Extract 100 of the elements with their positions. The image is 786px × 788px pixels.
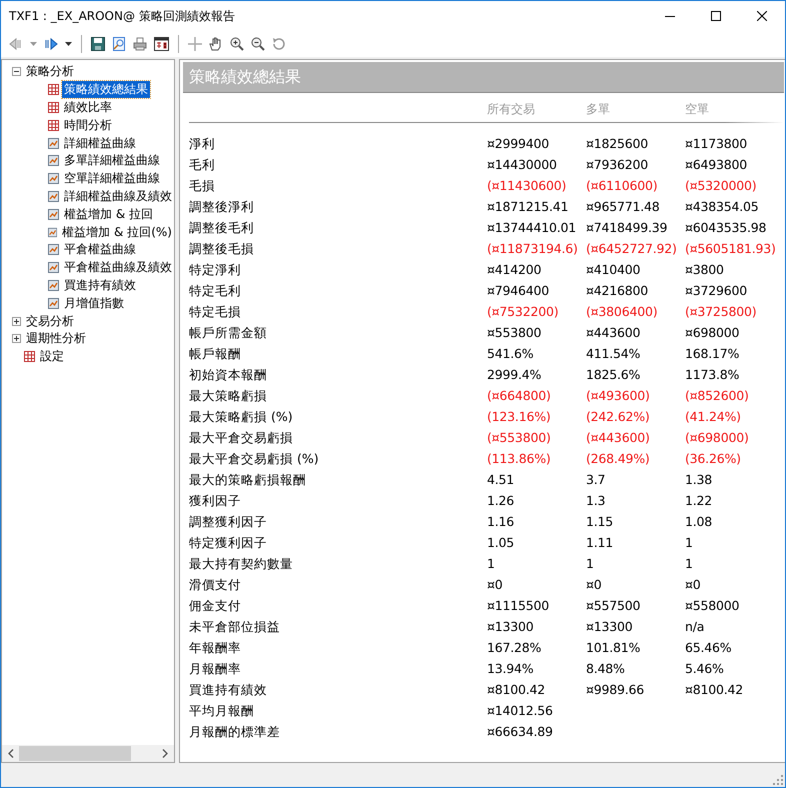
tree-item[interactable]: 交易分析 <box>24 312 76 330</box>
table-cell-text: (¤443600) <box>586 429 651 447</box>
chart-icon <box>48 244 59 256</box>
row-label: 年報酬率 <box>189 639 242 657</box>
tree-item[interactable]: 平倉權益曲線 <box>62 241 138 258</box>
row-label: 調整後毛利 <box>189 219 255 237</box>
tree-item[interactable]: 策略分析 <box>24 63 76 80</box>
table-cell-text: (36.26%) <box>685 450 742 468</box>
tree-item[interactable]: 月增值指數 <box>62 294 126 312</box>
table-cell-text: ¤13300 <box>487 618 535 636</box>
row-label: 毛損 <box>189 177 216 195</box>
table-cell-text: ¤414200 <box>487 261 542 279</box>
zoom-out-icon[interactable] <box>251 37 265 51</box>
table-cell-text: ¤7418499.39 <box>586 219 668 237</box>
tree-item[interactable]: 時間分析 <box>62 116 114 134</box>
row-label: 調整後毛損 <box>189 240 255 258</box>
tree-item[interactable]: 詳細權益曲線 <box>62 134 138 152</box>
table-cell-text: (¤3725800) <box>685 303 758 321</box>
table-cell-text: ¤14430000 <box>487 156 558 174</box>
dropdown-arrow-icon[interactable] <box>65 42 72 46</box>
row-label: 滑價支付 <box>189 576 242 594</box>
table-cell-text: 8.48% <box>586 660 626 678</box>
tree-item[interactable]: 策略績效總結果 <box>62 81 150 98</box>
tree-item[interactable]: 週期性分析 <box>24 330 88 348</box>
tree-item[interactable]: 績效比率 <box>62 98 114 116</box>
forward-icon[interactable] <box>44 37 58 51</box>
column-header: 空單 <box>685 101 710 118</box>
back-icon[interactable] <box>9 37 23 51</box>
tree-item[interactable]: 平倉權益曲線及績效 <box>62 259 174 276</box>
scroll-left-icon[interactable] <box>8 749 14 758</box>
tree-item[interactable]: 買進持有績效 <box>62 276 138 294</box>
table-cell-text: (242.62%) <box>586 408 651 426</box>
row-label: 買進持有績效 <box>189 681 268 699</box>
save-icon[interactable] <box>91 37 105 51</box>
row-label: 平均月報酬 <box>189 702 255 720</box>
printer-icon[interactable] <box>133 37 147 51</box>
chart-icon <box>48 155 59 166</box>
column-header: 所有交易 <box>487 101 536 118</box>
resize-grip-icon[interactable] <box>773 775 783 785</box>
table-cell-text: ¤13300 <box>586 618 634 636</box>
grid-icon <box>48 120 59 131</box>
table-cell-text: (41.24%) <box>685 408 742 426</box>
tree-item[interactable]: 設定 <box>38 348 66 366</box>
row-label: 特定毛損 <box>189 303 242 321</box>
collapse-icon[interactable] <box>12 67 21 76</box>
table-cell-text: ¤3800 <box>685 261 725 279</box>
table-cell-text: 1 <box>487 555 496 573</box>
table-window-icon[interactable] <box>154 37 169 51</box>
close-icon[interactable] <box>757 11 767 21</box>
table-cell-text: ¤2999400 <box>487 135 550 153</box>
table-cell-text: ¤558000 <box>685 597 740 615</box>
chart-icon <box>48 298 59 309</box>
table-cell-text: (¤3806400) <box>586 303 658 321</box>
table-cell-text: 5.46% <box>685 660 725 678</box>
maximize-icon[interactable] <box>711 11 721 21</box>
table-cell-text: 1825.6% <box>586 366 642 384</box>
table-cell-text: 3.7 <box>586 471 606 489</box>
undo-icon[interactable] <box>272 37 286 51</box>
tree-item[interactable]: 空單詳細權益曲線 <box>62 170 162 188</box>
table-cell-text: ¤6493800 <box>685 156 748 174</box>
table-cell-text: ¤66634.89 <box>487 723 554 741</box>
table-cell-text: (¤5605181.93) <box>685 240 777 258</box>
grid-icon <box>48 84 59 96</box>
row-label: 調整獲利因子 <box>189 513 268 531</box>
tree-item[interactable]: 多單詳細權益曲線 <box>62 152 162 170</box>
table-cell-text: ¤1825600 <box>586 135 650 153</box>
zoom-in-icon[interactable] <box>230 37 244 51</box>
horizontal-scrollbar[interactable] <box>2 745 174 762</box>
tree-item[interactable]: 權益增加 & 拉回 <box>62 206 155 223</box>
grid-icon <box>48 102 59 113</box>
table-cell-text: (113.86%) <box>487 450 552 468</box>
hand-icon[interactable] <box>209 37 223 51</box>
table-cell-text: 167.28% <box>487 639 542 657</box>
table-cell-text: (¤7532200) <box>487 303 560 321</box>
table-cell-text: (¤553800) <box>487 429 552 447</box>
table-cell-text: ¤8100.42 <box>685 681 744 699</box>
expand-icon[interactable] <box>12 316 21 326</box>
row-label: 特定獲利因子 <box>189 534 268 552</box>
table-cell-text: (¤11430600) <box>487 177 568 195</box>
expand-icon[interactable] <box>12 334 21 344</box>
tree-item[interactable]: 權益增加 & 拉回(%) <box>60 224 174 241</box>
column-header: 多單 <box>586 101 611 118</box>
table-cell-text: 1.26 <box>487 492 516 510</box>
scroll-right-icon[interactable] <box>162 749 168 758</box>
chart-icon <box>48 138 59 149</box>
window-title: TXF1 : _EX_AROON@ 策略回測績效報告 <box>9 8 236 24</box>
table-cell-text: ¤14012.56 <box>487 702 554 720</box>
chart-icon <box>48 226 58 238</box>
row-label: 月報酬的標準差 <box>189 723 281 741</box>
row-label: 最大持有契約數量 <box>189 555 294 573</box>
table-cell-text: (¤11873194.6) <box>487 240 579 258</box>
table-cell-text: n/a <box>685 618 706 636</box>
table-cell-text: 13.94% <box>487 660 534 678</box>
scrollbar-thumb[interactable] <box>19 746 131 761</box>
table-cell-text: ¤443600 <box>586 324 642 342</box>
table-cell-text: 411.54% <box>586 345 642 363</box>
table-cell-text: 65.46% <box>685 639 732 657</box>
tree-item[interactable]: 詳細權益曲線及績效 <box>62 188 174 205</box>
preview-icon[interactable] <box>112 37 126 51</box>
table-cell-text: ¤0 <box>586 576 603 594</box>
